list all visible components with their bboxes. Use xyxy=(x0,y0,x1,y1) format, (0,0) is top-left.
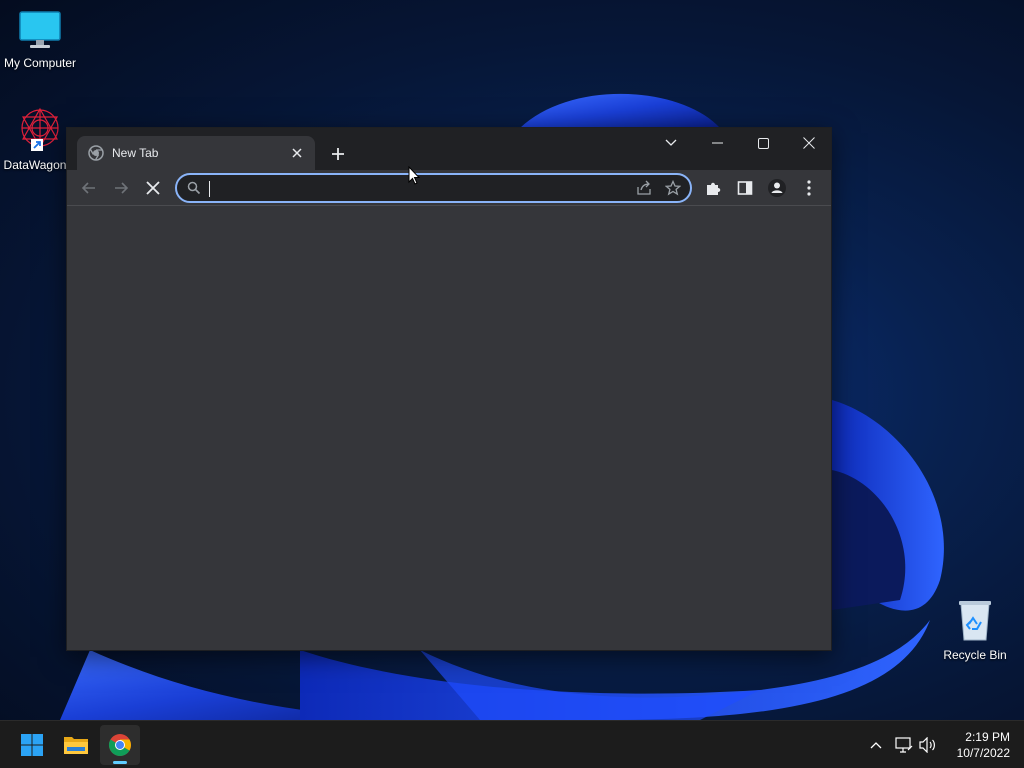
chrome-menu-button[interactable] xyxy=(795,174,823,202)
close-icon xyxy=(292,148,302,158)
taskbar: 2:19 PM 10/7/2022 xyxy=(0,720,1024,768)
desktop-icon-label: Recycle Bin xyxy=(943,648,1007,662)
arrow-right-icon xyxy=(115,182,129,194)
folder-icon xyxy=(64,737,88,754)
arrow-left-icon xyxy=(81,182,95,194)
browser-toolbar xyxy=(67,170,831,206)
network-button[interactable] xyxy=(894,735,914,755)
search-icon xyxy=(187,181,201,200)
file-explorer-button[interactable] xyxy=(56,725,96,765)
chrome-window[interactable]: New Tab xyxy=(66,127,832,651)
bookmark-star-icon[interactable] xyxy=(664,179,682,201)
back-button[interactable] xyxy=(75,174,103,202)
close-icon xyxy=(803,137,815,149)
network-icon xyxy=(895,737,913,753)
volume-button[interactable] xyxy=(918,735,938,755)
stop-loading-button[interactable] xyxy=(139,174,167,202)
chrome-dark-icon xyxy=(88,145,104,161)
person-icon xyxy=(768,179,786,197)
forward-button[interactable] xyxy=(107,174,135,202)
side-panel-button[interactable] xyxy=(731,174,759,202)
chevron-down-icon xyxy=(665,139,677,146)
window-close-button[interactable] xyxy=(786,128,832,158)
windows-logo-icon xyxy=(21,734,43,756)
speaker-icon xyxy=(919,737,935,753)
minimize-button[interactable] xyxy=(694,128,740,158)
puzzle-icon xyxy=(707,182,721,195)
x-icon xyxy=(146,181,160,195)
side-panel-icon xyxy=(737,181,753,195)
show-hidden-icons-button[interactable] xyxy=(866,735,886,755)
recycle-bin-icon xyxy=(935,598,1015,645)
maximize-icon xyxy=(757,137,769,149)
tab-search-button[interactable] xyxy=(648,128,694,158)
desktop-icon-recycle-bin[interactable]: Recycle Bin xyxy=(935,598,1015,662)
plus-icon xyxy=(332,148,344,160)
address-bar[interactable] xyxy=(175,173,692,203)
start-button[interactable] xyxy=(12,725,52,765)
minimize-icon xyxy=(711,142,723,144)
tab-close-button[interactable] xyxy=(287,143,307,163)
clock-date: 10/7/2022 xyxy=(956,746,1010,760)
chevron-up-icon xyxy=(870,742,882,749)
profile-button[interactable] xyxy=(763,174,791,202)
mouse-cursor-icon xyxy=(408,166,420,185)
new-tab-button[interactable] xyxy=(325,141,351,167)
desktop-icon-my-computer[interactable]: My Computer xyxy=(0,10,80,70)
monitor-icon xyxy=(0,10,80,53)
tab-strip[interactable]: New Tab xyxy=(67,128,831,170)
extensions-button[interactable] xyxy=(699,174,727,202)
tab-new-tab[interactable]: New Tab xyxy=(77,136,315,170)
chrome-taskbar-button[interactable] xyxy=(100,725,140,765)
page-content[interactable] xyxy=(67,207,831,650)
desktop-icon-label: My Computer xyxy=(3,56,77,70)
running-indicator xyxy=(113,761,127,764)
chrome-icon xyxy=(109,734,131,756)
clock-time: 2:19 PM xyxy=(965,730,1010,744)
kebab-icon xyxy=(807,180,811,196)
tab-title: New Tab xyxy=(112,146,159,160)
maximize-button[interactable] xyxy=(740,128,786,158)
system-clock[interactable]: 2:19 PM 10/7/2022 xyxy=(944,729,1010,761)
text-caret xyxy=(209,181,210,197)
share-icon[interactable] xyxy=(636,180,652,201)
